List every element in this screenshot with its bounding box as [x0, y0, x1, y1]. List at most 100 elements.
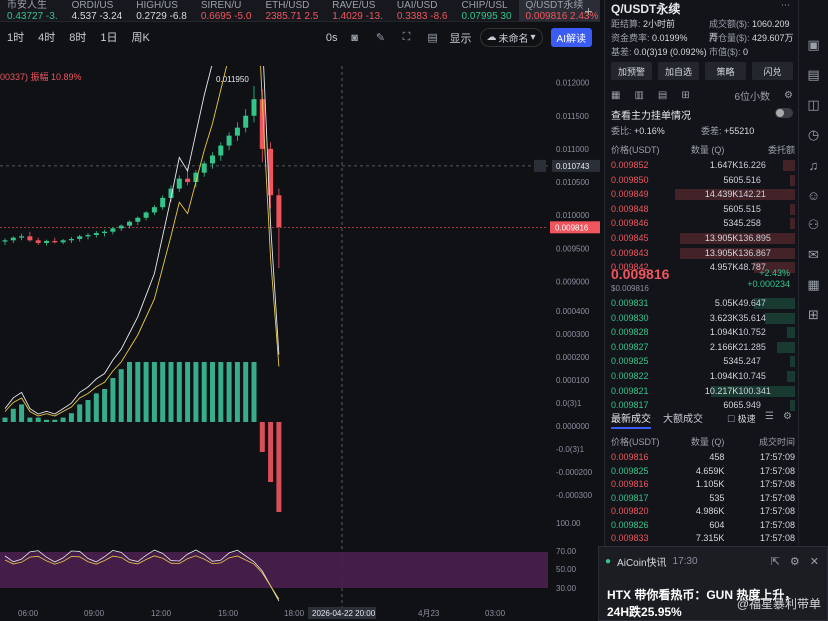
display-button[interactable]: 显示: [450, 30, 472, 46]
apps-icon[interactable]: ⊞: [805, 306, 823, 324]
ticker-value: 0.3383 -8.6: [396, 10, 448, 22]
fast-mode[interactable]: ☐ 极速: [727, 412, 756, 425]
orderbook-row[interactable]: 0.009850 560 5.516: [611, 174, 795, 186]
flash-swap-button[interactable]: 闪兑: [752, 62, 793, 80]
interval-4h[interactable]: 4时: [31, 29, 62, 45]
add-ticker-button[interactable]: +: [577, 0, 600, 22]
book-both-icon[interactable]: ▦: [611, 90, 620, 101]
calendar-icon[interactable]: ▦: [805, 276, 823, 294]
ticker-item[interactable]: SIREN/U 0.6695 -5.0: [194, 0, 259, 21]
orderbook-row[interactable]: 0.009821 10.217K 100.341: [611, 385, 795, 397]
orderbook-row[interactable]: 0.009849 14.439K 142.21: [611, 189, 795, 201]
ticker-item[interactable]: ORDI/US 4.537 -3.24: [65, 0, 130, 21]
add-alert-button[interactable]: 加预警: [611, 62, 652, 80]
gear-icon[interactable]: ⚙: [783, 411, 792, 422]
orderbook-row[interactable]: 0.009827 2.166K 21.285: [611, 341, 795, 353]
rsi-tick: 30.00: [556, 584, 577, 593]
rsi-tick: 70.00: [556, 547, 577, 556]
fullscreen-icon[interactable]: ⛶: [398, 29, 416, 47]
fast-label: 极速: [737, 414, 756, 424]
tab-large-trades[interactable]: 大额成交: [663, 410, 703, 429]
orderbook-row[interactable]: 0.009852 1.647K 16.226: [611, 160, 795, 171]
row-amount: 5.258: [738, 218, 761, 229]
people-icon[interactable]: ⚇: [805, 216, 823, 234]
macd-bar: [52, 419, 58, 422]
ticker-item[interactable]: CHIP/USL 0.07995 30: [454, 0, 518, 21]
settings-icon[interactable]: ⚙: [784, 90, 793, 101]
trade-time: 17:57:08: [759, 492, 796, 503]
orderbook-row[interactable]: 0.009831 5.05K 49.647: [611, 298, 795, 309]
row-qty: 13.905K: [704, 247, 739, 258]
row-qty: 534: [723, 356, 739, 367]
interval-1h[interactable]: 1时: [0, 29, 31, 45]
wallet-icon[interactable]: ▣: [805, 36, 823, 54]
stat-market-cap: 市值($): 0: [709, 47, 749, 57]
price-chart[interactable]: 0.012000 0.011500 0.011000 0.010500 0.010000…: [0, 66, 600, 621]
candle-body: [110, 228, 116, 232]
settings-icon[interactable]: ⚙: [790, 555, 800, 568]
ticker-item[interactable]: RAVE/US 1.4029 -13.: [325, 0, 390, 21]
clock-icon[interactable]: ◷: [805, 126, 823, 144]
interval-week[interactable]: 周K: [125, 29, 157, 45]
ticker-item[interactable]: ETH/USD 2385.71 2.5: [258, 0, 325, 21]
stat-value: 429.607万: [752, 33, 794, 43]
ticker-name: UAI/USD: [396, 0, 438, 11]
layout-dropdown[interactable]: ☁ 未命名 ▾: [479, 28, 543, 47]
book-grid-icon[interactable]: ⊞: [681, 90, 689, 101]
bell-icon[interactable]: ♫: [805, 156, 823, 174]
news-icon[interactable]: ▤: [805, 66, 823, 84]
close-icon[interactable]: ✕: [810, 555, 819, 568]
open-icon[interactable]: ⇱: [771, 555, 780, 568]
orderbook-row[interactable]: 0.009842 4.957K 48.787: [611, 262, 795, 274]
row-amount: 16.226: [738, 160, 766, 170]
row-spacer: [668, 298, 682, 309]
row-price: 0.009845: [611, 233, 649, 243]
ticker-item[interactable]: HIGH/US 0.2729 -6.8: [129, 0, 194, 21]
orderbook-row[interactable]: 0.009843 13.905K 136.867: [611, 247, 795, 259]
robot-icon[interactable]: ☺: [805, 186, 823, 204]
list-icon[interactable]: ☰: [765, 411, 774, 422]
strategy-button[interactable]: 策略: [705, 62, 746, 80]
ticker-item[interactable]: 币安人生 0.43727 -3.: [0, 0, 65, 21]
menu-dots-icon[interactable]: ⋯: [781, 0, 790, 11]
orderbook-row[interactable]: 0.009848 560 5.515: [611, 203, 795, 215]
time-tick: 4月23: [418, 609, 440, 618]
chat-icon[interactable]: ✉: [805, 246, 823, 264]
display-icon[interactable]: ▤: [424, 29, 442, 47]
macd-bar: [10, 408, 16, 422]
symbol-title[interactable]: Q/USDT永续: [611, 0, 680, 17]
add-watchlist-button[interactable]: 加自选: [658, 62, 699, 80]
interval-8h[interactable]: 8时: [62, 29, 93, 45]
orderbook-row[interactable]: 0.009825 534 5.247: [611, 356, 795, 368]
row-price: 0.009843: [611, 247, 649, 258]
chart-icon[interactable]: ◫: [805, 96, 823, 114]
decimal-dropdown[interactable]: 6位小数: [734, 88, 770, 103]
seconds-label[interactable]: 0s: [326, 32, 338, 44]
tab-latest-trades[interactable]: 最新成交: [611, 410, 651, 429]
row-spacer: [668, 356, 682, 367]
orderbook-row[interactable]: 0.009846 534 5.258: [611, 218, 795, 230]
row-qty: 534: [723, 218, 739, 229]
camera-icon[interactable]: ◙: [346, 29, 364, 47]
depth-toggle[interactable]: [775, 108, 793, 118]
macd-tick: -0.0(3)1: [556, 445, 585, 454]
orderbook-row[interactable]: 0.009830 3.623K 35.614: [611, 312, 795, 324]
macd-tick: -0.000200: [556, 468, 593, 477]
orderbook-row[interactable]: 0.009817 606 5.949: [611, 400, 795, 412]
interval-1d[interactable]: 1日: [93, 29, 124, 45]
orderbook-row[interactable]: 0.009822 1.094K 10.745: [611, 371, 795, 382]
orderbook-row[interactable]: 0.009828 1.094K 10.752: [611, 327, 795, 339]
edit-icon[interactable]: ✎: [372, 29, 390, 47]
ticker-item[interactable]: UAI/USD 0.3383 -8.6: [390, 0, 455, 22]
book-sell-icon[interactable]: ▤: [658, 90, 667, 101]
row-spacer: [668, 342, 682, 353]
ai-interpret-button[interactable]: AI解读: [550, 28, 592, 47]
news-notification[interactable]: ● AiCoin快讯 17:30 ⇱ ⚙ ✕ HTX 带你看热币：GUN 热度上…: [598, 546, 828, 621]
row-spacer: [668, 313, 682, 324]
checkbox-icon[interactable]: ☐: [727, 414, 735, 424]
row-price: 0.009850: [611, 174, 649, 185]
ticker-name: ETH/USD: [265, 0, 310, 11]
orderbook-row[interactable]: 0.009845 13.905K 136.895: [611, 233, 795, 244]
book-buy-icon[interactable]: ▥: [634, 90, 643, 101]
depth-title[interactable]: 查看主力挂单情况: [611, 107, 691, 122]
